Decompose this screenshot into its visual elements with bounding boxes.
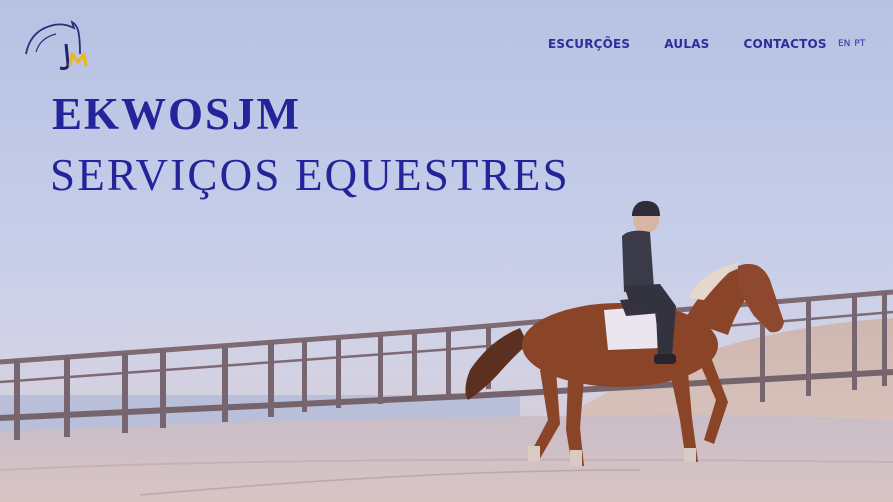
- horse-head-logo-icon[interactable]: [22, 18, 98, 72]
- lang-option-pt[interactable]: PT: [854, 39, 865, 49]
- nav-menu: ESCURÇÕES AULAS CONTACTOS: [548, 37, 827, 52]
- hero-section: ESCURÇÕES AULAS CONTACTOS EN PT EKWOSJM …: [0, 0, 893, 502]
- nav-link-excursions[interactable]: ESCURÇÕES: [548, 37, 630, 52]
- nav-link-contacts[interactable]: CONTACTOS: [744, 37, 827, 52]
- lang-option-en[interactable]: EN: [838, 39, 850, 49]
- hero-subtitle: SERVIÇOS EQUESTRES: [50, 150, 570, 200]
- nav-link-lessons[interactable]: AULAS: [664, 37, 709, 52]
- language-switcher: EN PT: [838, 39, 865, 49]
- hero-title: EKWOSJM: [52, 89, 302, 139]
- top-navigation: ESCURÇÕES AULAS CONTACTOS EN PT: [0, 0, 893, 80]
